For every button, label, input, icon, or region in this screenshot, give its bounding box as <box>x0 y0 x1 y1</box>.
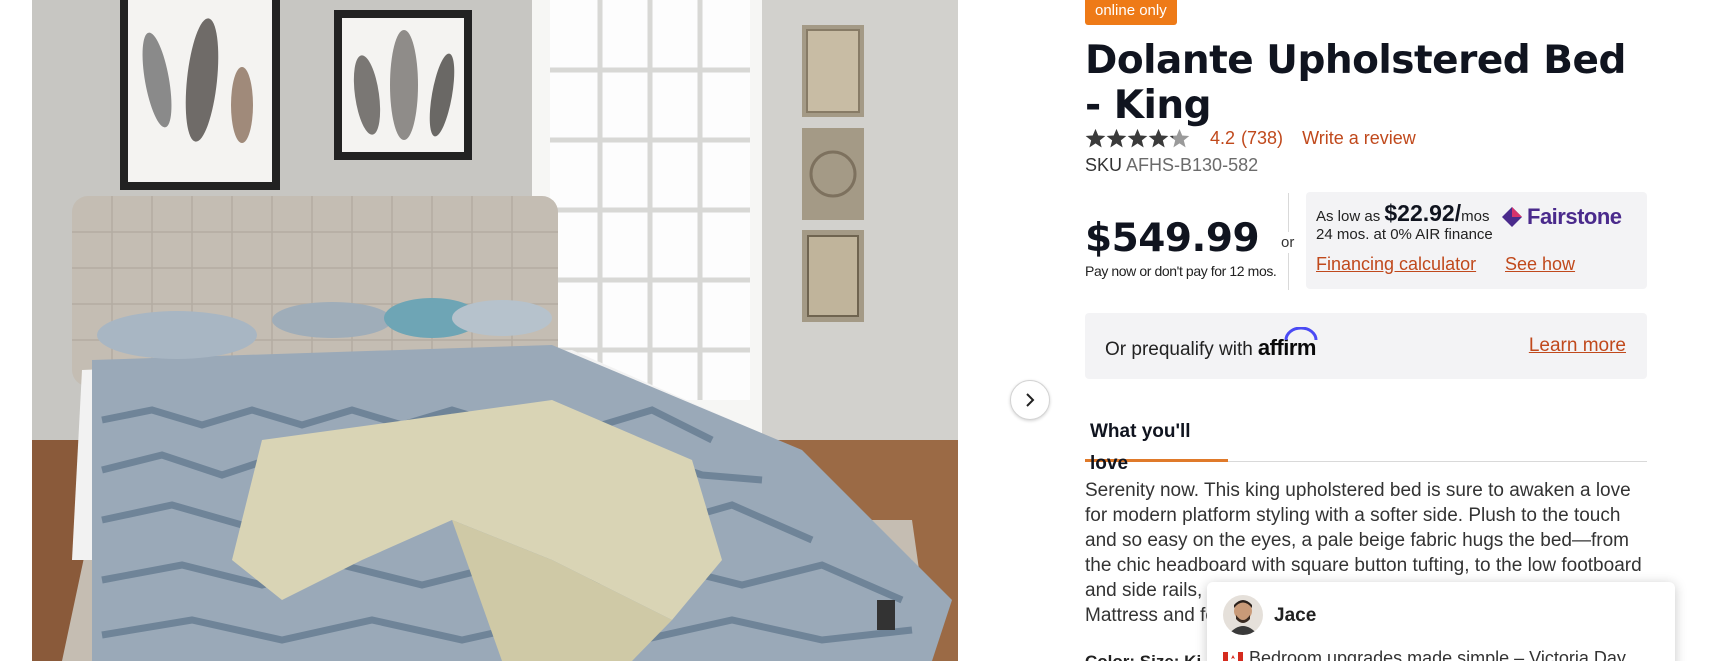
options-heading: Color: Size: Ki <box>1085 652 1201 661</box>
next-image-button[interactable] <box>1010 380 1050 420</box>
mos-label: mos <box>1461 208 1490 225</box>
fairstone-logo: Fairstone <box>1501 204 1622 230</box>
online-only-badge: online only <box>1085 0 1177 25</box>
chat-message: Bedroom upgrades made simple – Victoria … <box>1249 648 1626 661</box>
description-tail: Mattress and fo <box>1085 605 1216 626</box>
affirm-prefix: Or prequalify with <box>1105 339 1253 360</box>
star-icon <box>1169 128 1190 147</box>
write-review-link[interactable]: Write a review <box>1302 128 1416 149</box>
financing-box: As low as $22.92/mos 24 mos. at 0% AIR f… <box>1306 192 1647 289</box>
star-icon <box>1085 128 1106 147</box>
rating-stars[interactable] <box>1085 128 1190 149</box>
affirm-arc-icon <box>1284 327 1318 341</box>
monthly-offer: As low as $22.92/mos <box>1316 200 1489 227</box>
product-tabs: What you'll love <box>1085 416 1647 474</box>
fairstone-brand: Fairstone <box>1527 204 1622 229</box>
bedroom-photo <box>32 0 958 661</box>
chat-agent-name: Jace <box>1274 605 1317 626</box>
monthly-amount: $22.92/ <box>1384 200 1462 226</box>
learn-more-link[interactable]: Learn more <box>1529 335 1626 357</box>
product-price: $549.99 <box>1085 216 1260 261</box>
rating-value[interactable]: 4.2 <box>1210 128 1235 149</box>
avatar <box>1223 595 1263 635</box>
sku-value: AFHS-B130-582 <box>1126 155 1259 175</box>
as-low-as-label: As low as <box>1316 208 1381 225</box>
star-icon <box>1148 128 1169 147</box>
canada-flag-icon <box>1223 652 1243 661</box>
product-image[interactable] <box>32 0 958 661</box>
agent-avatar-icon <box>1223 595 1263 635</box>
see-how-link[interactable]: See how <box>1505 254 1575 275</box>
chat-popup[interactable]: Jace Bedroom upgrades made simple – Vict… <box>1207 582 1675 661</box>
or-text: or <box>1281 232 1295 253</box>
affirm-box: Or prequalify with affirm Learn more <box>1085 313 1647 379</box>
affirm-logo: affirm <box>1258 327 1318 361</box>
finance-terms: 24 mos. at 0% AIR finance <box>1316 226 1493 243</box>
chevron-right-icon <box>1026 393 1035 407</box>
star-icon <box>1106 128 1127 147</box>
tab-what-youll-love[interactable]: What you'll love <box>1085 416 1228 474</box>
affirm-prequalify: Or prequalify with affirm <box>1105 327 1318 361</box>
rating-row: 4.2 (738) Write a review <box>1085 126 1416 150</box>
star-icon <box>1127 128 1148 147</box>
sku-label: SKU <box>1085 155 1123 175</box>
product-title: Dolante Upholstered Bed - King <box>1085 38 1626 128</box>
fairstone-diamond-icon <box>1502 207 1522 227</box>
financing-calculator-link[interactable]: Financing calculator <box>1316 254 1476 275</box>
pay-later-text: Pay now or don't pay for 12 mos. <box>1085 263 1277 279</box>
sku: SKU AFHS-B130-582 <box>1085 155 1258 176</box>
rating-count[interactable]: (738) <box>1241 128 1283 149</box>
